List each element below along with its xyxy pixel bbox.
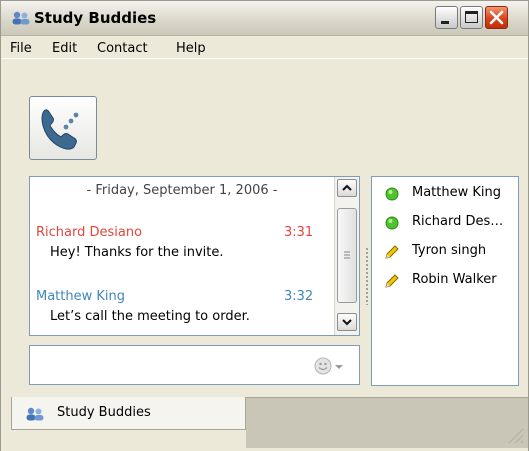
scroll-up-button[interactable] (337, 179, 357, 197)
pencil-icon (385, 274, 399, 288)
chevron-up-icon (342, 184, 352, 191)
app-window: Study Buddies File Edit Contact Help - F… (0, 0, 529, 451)
contact-item[interactable]: Matthew King (372, 183, 518, 205)
phone-icon (41, 109, 79, 150)
grip-lines-icon (344, 251, 350, 259)
call-button[interactable] (29, 96, 97, 160)
emoticon-picker-icon[interactable] (314, 356, 346, 376)
chevron-down-icon (342, 319, 352, 326)
pane-splitter[interactable] (365, 247, 369, 305)
chat-history[interactable]: - Friday, September 1, 2006 - Richard De… (29, 176, 360, 336)
contact-name: Matthew King (412, 185, 502, 200)
message-text: Let’s call the meeting to order. (50, 309, 250, 324)
chat-scrollbar[interactable] (334, 177, 359, 335)
minimize-icon (441, 21, 449, 24)
green-dot-icon (385, 216, 399, 230)
maximize-icon (465, 11, 478, 23)
scroll-thumb[interactable] (337, 208, 357, 303)
message-input[interactable] (29, 345, 360, 385)
contact-item[interactable]: Tyron singh (372, 241, 518, 263)
contact-name: Robin Walker (412, 272, 497, 287)
tab-label: Study Buddies (57, 405, 151, 420)
minimize-button[interactable] (435, 6, 458, 29)
menu-contact[interactable]: Contact (97, 41, 148, 56)
close-icon (489, 10, 504, 25)
message-sender: Matthew King (36, 289, 126, 304)
scroll-down-button[interactable] (337, 313, 357, 331)
window-title: Study Buddies (34, 9, 157, 27)
contact-item[interactable]: Richard Des… (372, 212, 518, 234)
toolbar (1, 58, 528, 171)
date-separator: - Friday, September 1, 2006 - (86, 183, 278, 198)
menu-bar: File Edit Contact Help (1, 37, 528, 57)
message-time: 3:32 (284, 289, 314, 304)
green-dot-icon (385, 187, 399, 201)
message-time: 3:31 (284, 225, 314, 240)
contact-item[interactable]: Robin Walker (372, 270, 518, 292)
title-bar[interactable]: Study Buddies (1, 1, 528, 36)
tab-strip (246, 397, 528, 448)
tab-bar: Study Buddies (1, 393, 528, 451)
message-text: Hey! Thanks for the invite. (50, 245, 224, 260)
contact-name: Richard Des… (412, 214, 504, 229)
buddies-icon (26, 407, 44, 421)
buddies-icon (12, 11, 30, 25)
menu-file[interactable]: File (10, 41, 32, 56)
close-button[interactable] (485, 6, 508, 29)
pencil-icon (385, 245, 399, 259)
menu-help[interactable]: Help (176, 41, 206, 56)
message-sender: Richard Desiano (36, 225, 143, 240)
contact-list: Matthew King Richard Des… Tyron singh Ro… (371, 176, 519, 386)
contact-name: Tyron singh (412, 243, 487, 258)
menu-edit[interactable]: Edit (52, 41, 77, 56)
resize-grip-icon[interactable] (501, 421, 525, 445)
tab-study-buddies[interactable]: Study Buddies (11, 397, 246, 430)
maximize-button[interactable] (460, 6, 483, 29)
